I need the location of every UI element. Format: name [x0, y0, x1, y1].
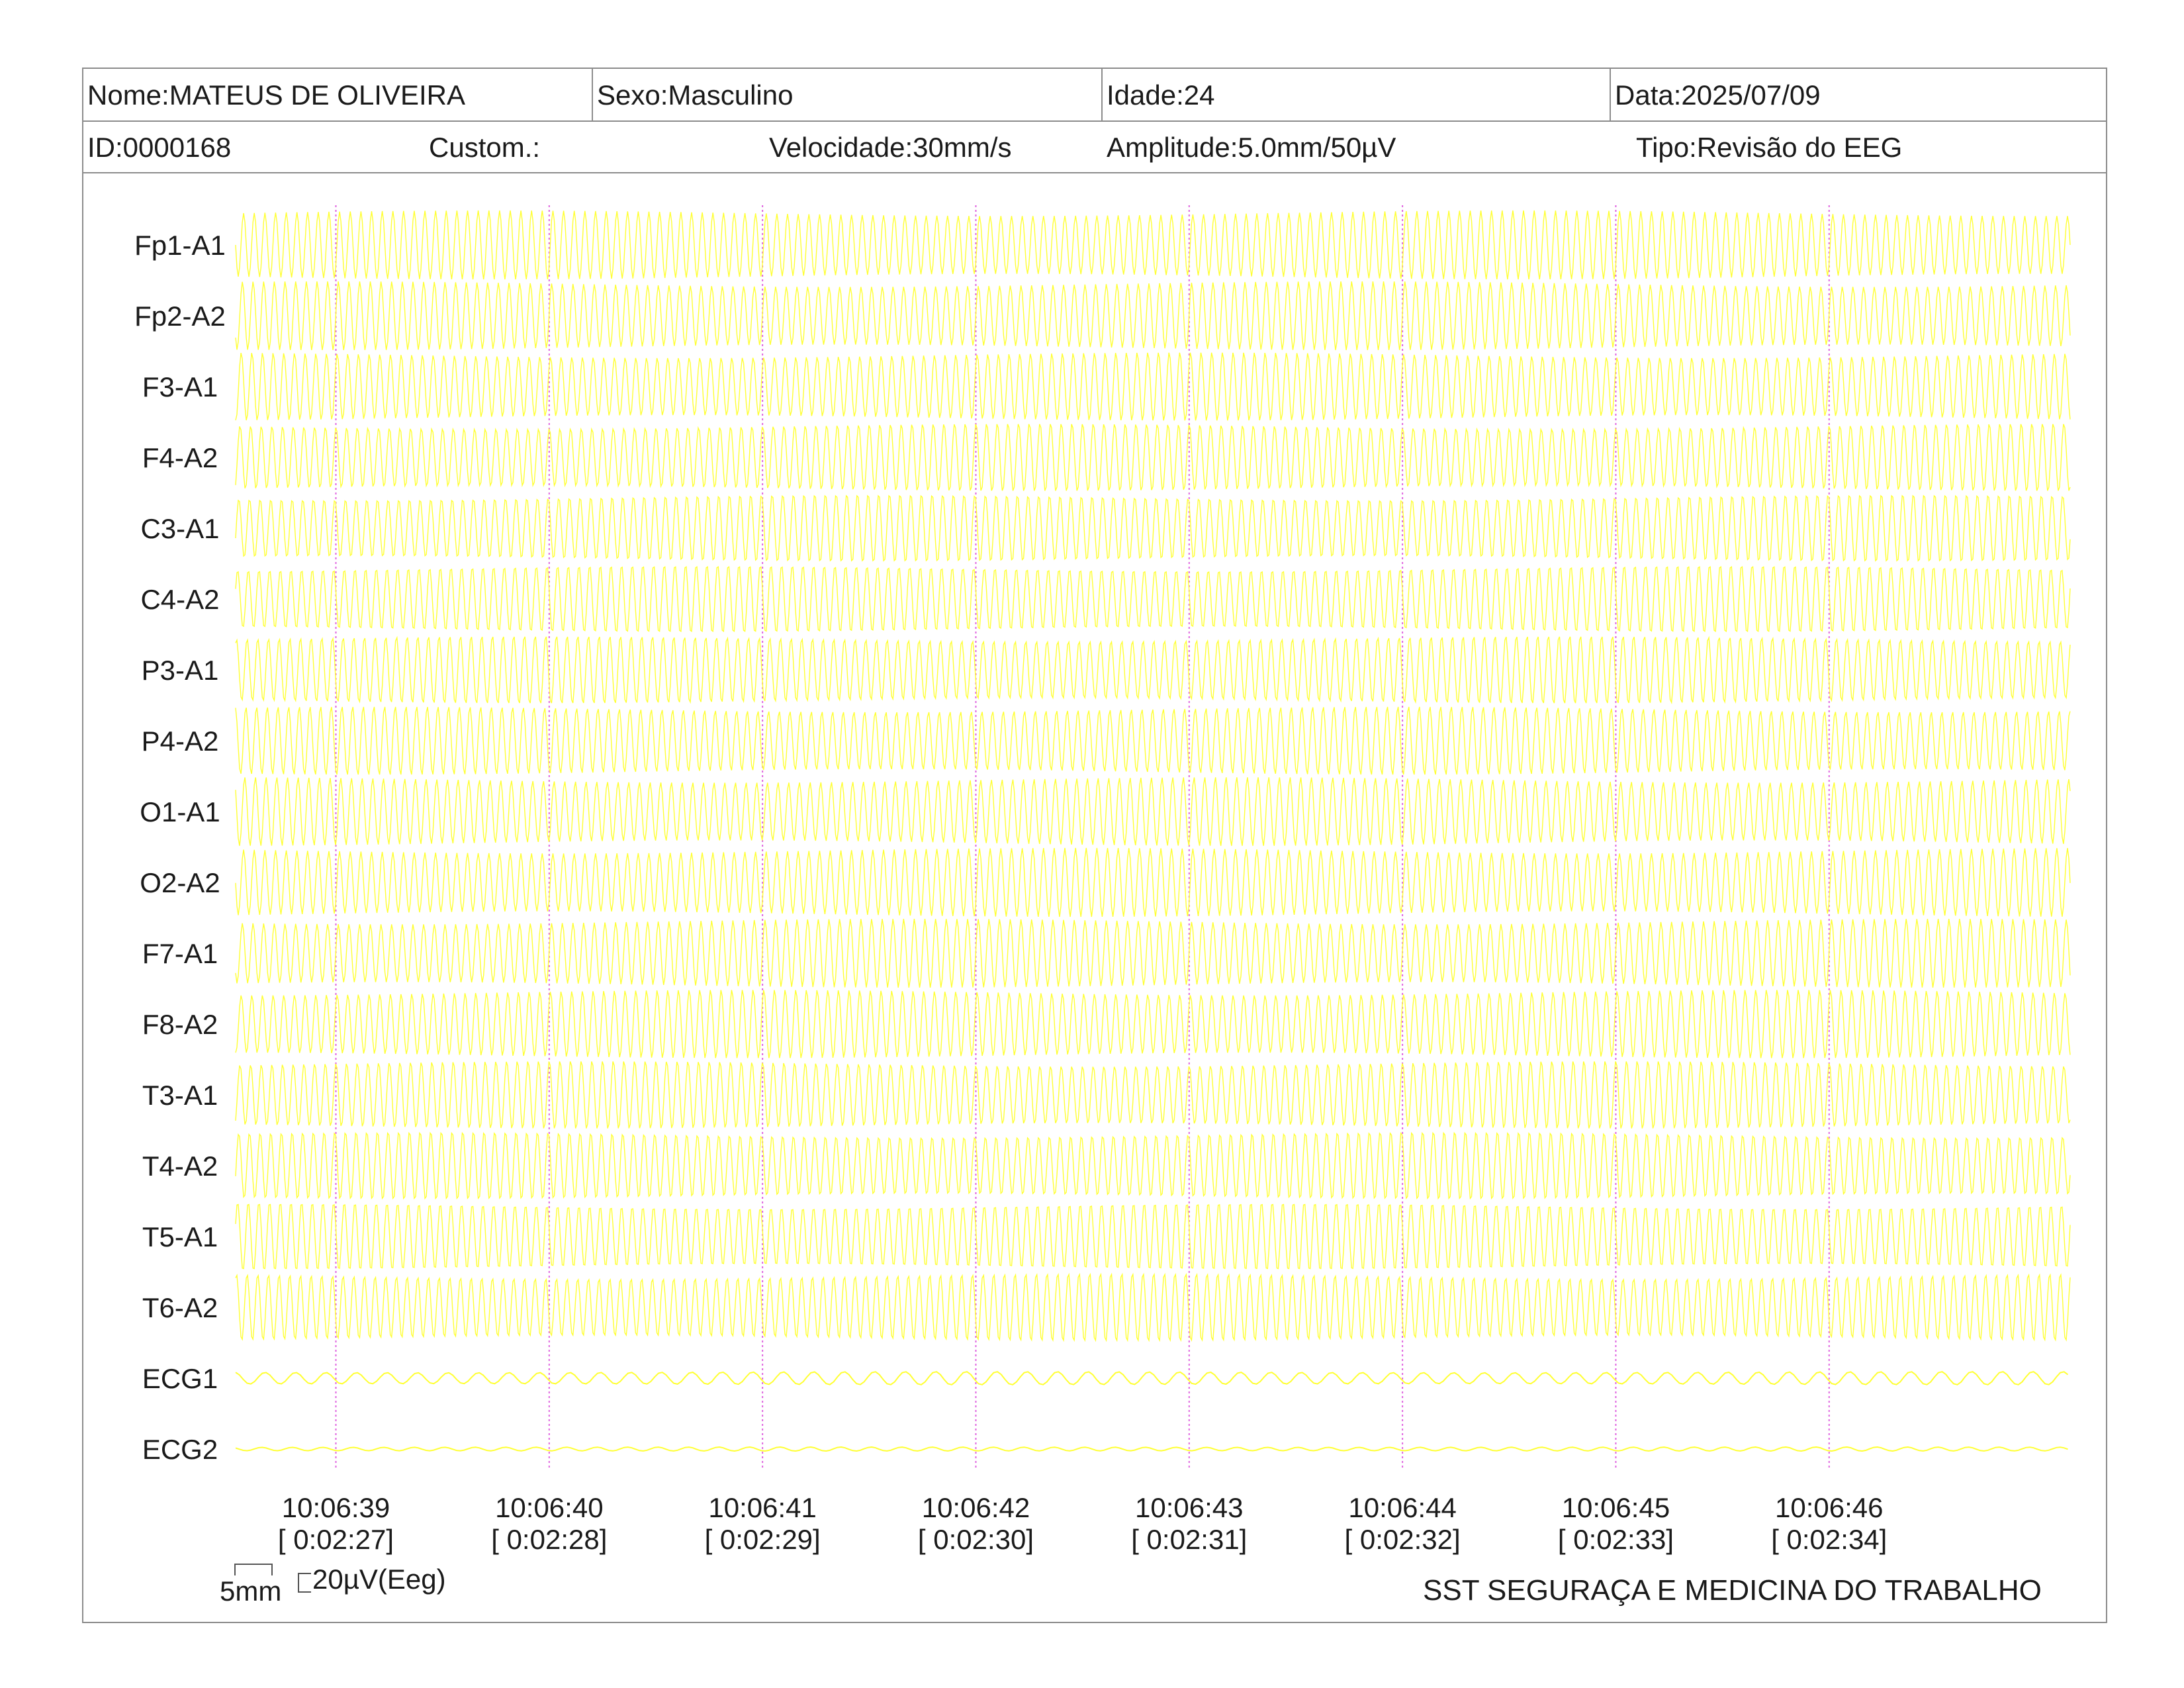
time-marker-elapsed: [ 0:02:34] — [1771, 1524, 1887, 1555]
channel-trace — [235, 1371, 2069, 1385]
channel-label: F7-A1 — [142, 938, 218, 969]
channel-trace — [235, 847, 2071, 917]
channel-labels: Fp1-A1 Fp2-A2 F3-A1 F4-A2 C3-A1 C4-A2 P3-A1 P4-… — [134, 230, 226, 1465]
eeg-chart: Fp1-A1 Fp2-A2 F3-A1 F4-A2 C3-A1 C4-A2 P3-A1 P4-… — [134, 205, 2071, 1555]
channel-label: P4-A2 — [142, 726, 219, 757]
channel-label: ECG2 — [142, 1434, 218, 1465]
scale-mm-label: 5mm — [220, 1575, 282, 1607]
channel-label: O2-A2 — [140, 867, 220, 898]
channel-trace — [235, 281, 2071, 350]
eeg-traces — [235, 210, 2071, 1452]
time-marker-elapsed: [ 0:02:29] — [705, 1524, 821, 1555]
channel-label: T5-A1 — [142, 1221, 218, 1252]
channel-label: P3-A1 — [142, 655, 219, 686]
time-marker-clock: 10:06:40 — [495, 1492, 604, 1523]
channel-trace — [235, 918, 2071, 988]
time-marker-clock: 10:06:43 — [1135, 1492, 1244, 1523]
channel-trace — [235, 635, 2071, 705]
channel-label: T6-A2 — [142, 1292, 218, 1323]
channel-trace — [235, 1203, 2071, 1270]
time-marker-clock: 10:06:39 — [282, 1492, 390, 1523]
channel-trace — [235, 706, 2071, 775]
channel-label: F8-A2 — [142, 1009, 218, 1040]
channel-trace — [235, 352, 2071, 421]
time-marker-elapsed: [ 0:02:31] — [1131, 1524, 1247, 1555]
channel-label: C3-A1 — [140, 513, 219, 544]
channel-trace — [235, 990, 2071, 1058]
time-marker-elapsed: [ 0:02:32] — [1345, 1524, 1461, 1555]
channel-trace — [235, 494, 2071, 562]
channel-label: T4-A2 — [142, 1150, 218, 1182]
scale-uv-label: 20µV(Eeg) — [312, 1564, 446, 1595]
time-marker-elapsed: [ 0:02:30] — [918, 1524, 1034, 1555]
time-marker-clock: 10:06:46 — [1775, 1492, 1884, 1523]
channel-label: O1-A1 — [140, 796, 220, 827]
time-labels: 10:06:39[ 0:02:27] 10:06:40[ 0:02:28] 10:0… — [278, 1492, 1887, 1555]
organization-name: SST SEGURAÇA E MEDICINA DO TRABALHO — [1423, 1574, 2042, 1607]
time-marker-elapsed: [ 0:02:27] — [278, 1524, 394, 1555]
time-marker-clock: 10:06:41 — [708, 1492, 817, 1523]
channel-label: F4-A2 — [142, 442, 218, 473]
channel-trace — [235, 1272, 2071, 1342]
channel-label: T3-A1 — [142, 1080, 218, 1111]
channel-trace — [235, 1061, 2071, 1129]
channel-label: C4-A2 — [140, 584, 219, 615]
time-marker-elapsed: [ 0:02:33] — [1558, 1524, 1674, 1555]
scale-mm-bracket-icon — [234, 1564, 273, 1575]
time-marker-clock: 10:06:44 — [1348, 1492, 1457, 1523]
channel-label: F3-A1 — [142, 371, 218, 402]
channel-label: Fp1-A1 — [134, 230, 226, 261]
scale-uv-bracket-icon — [298, 1573, 311, 1593]
channel-trace — [235, 777, 2071, 846]
channel-trace — [235, 1131, 2071, 1200]
channel-trace — [235, 210, 2071, 280]
channel-label: ECG1 — [142, 1363, 218, 1394]
time-marker-elapsed: [ 0:02:28] — [491, 1524, 607, 1555]
channel-trace — [235, 1446, 2068, 1452]
channel-trace — [235, 424, 2071, 491]
time-marker-clock: 10:06:45 — [1562, 1492, 1670, 1523]
channel-label: Fp2-A2 — [134, 301, 226, 332]
channel-trace — [235, 566, 2071, 632]
time-marker-clock: 10:06:42 — [922, 1492, 1030, 1523]
